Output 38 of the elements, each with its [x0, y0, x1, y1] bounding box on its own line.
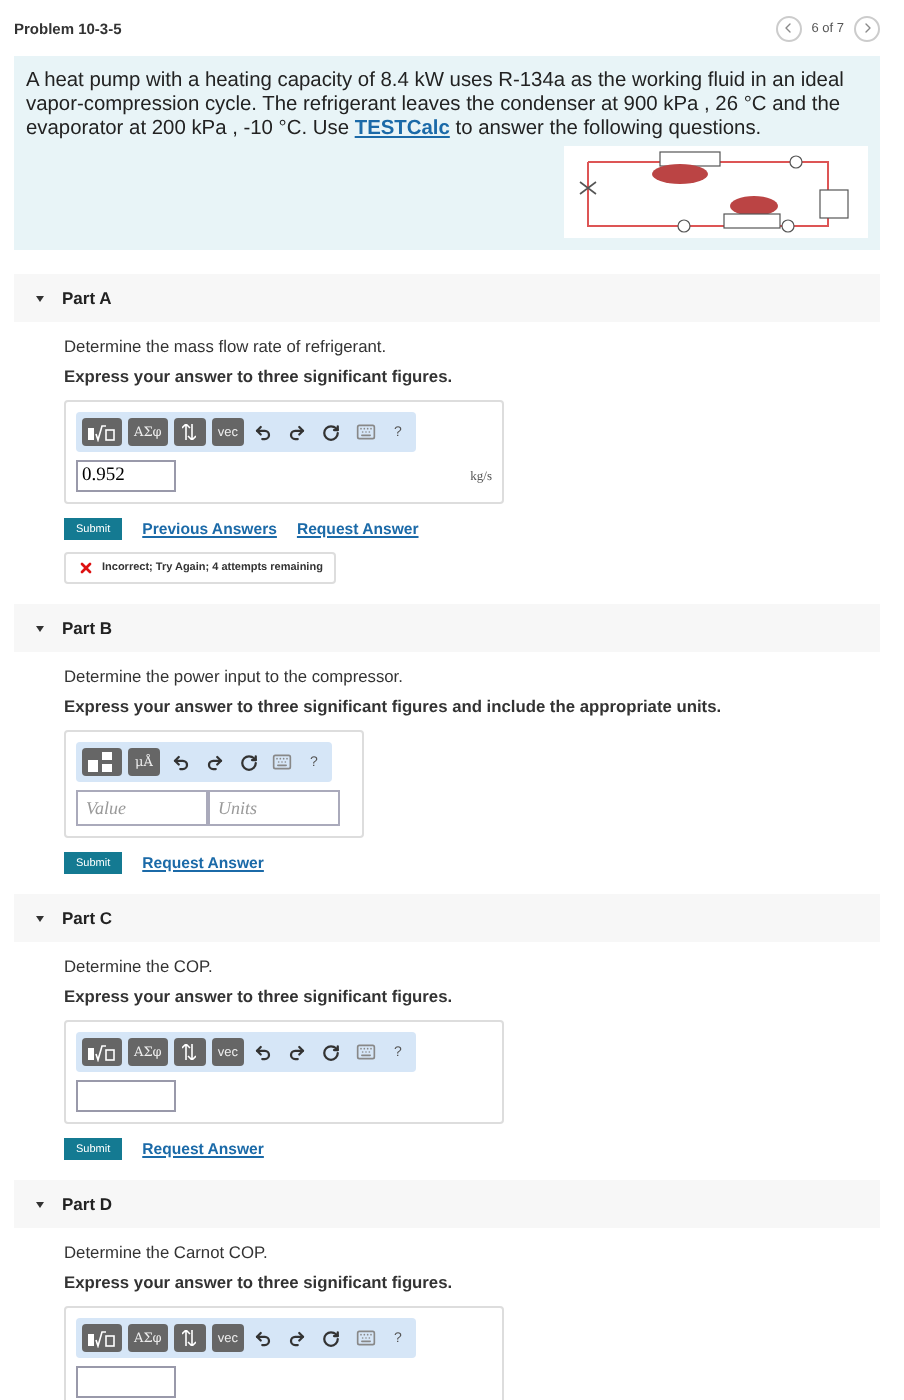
units-field[interactable]: Units	[208, 790, 340, 826]
problem-text: A heat pump with a heating capacity of 8.4 kW uses R-134a as the working fluid in an ideal vapor-compression cycle. The refrigerant leaves the condenser at 900 kPa , 26 °C and the evaporator at 200 kPa , -10 °C. Use TESTCalc to answer the following questions.	[26, 70, 846, 142]
value-field[interactable]: Value	[76, 790, 208, 826]
sort-arrows-icon	[182, 1330, 197, 1346]
instruction-text: Express your answer to three significant figures and include the appropriate units.	[64, 694, 722, 718]
templates-button[interactable]	[82, 748, 122, 776]
templates-button[interactable]	[82, 418, 122, 446]
part-header[interactable]: Part C	[14, 894, 880, 942]
caret-icon	[34, 912, 46, 924]
part-title: Part D	[62, 1194, 113, 1214]
sort-button[interactable]	[173, 1324, 206, 1352]
answer-field[interactable]	[76, 1366, 176, 1398]
instruction-text: Express your answer to three significant figures.	[64, 1270, 453, 1294]
question-text: Determine the COP.	[64, 954, 213, 978]
part-header[interactable]: Part B	[14, 604, 880, 652]
sort-button[interactable]	[173, 1038, 206, 1066]
part-title: Part C	[62, 908, 113, 928]
caret-icon	[34, 1198, 46, 1210]
caret-icon	[34, 622, 46, 634]
part-header[interactable]: Part D	[14, 1180, 880, 1228]
part-title: Part A	[62, 288, 112, 308]
answer-field[interactable]: 0.952	[76, 460, 176, 492]
sort-button[interactable]	[173, 418, 206, 446]
templates-button[interactable]	[82, 1038, 122, 1066]
part-header[interactable]: Part A	[14, 274, 880, 322]
question-text: Determine the power input to the compressor.	[64, 664, 403, 688]
question-text: Determine the mass flow rate of refrigerant.	[64, 334, 387, 358]
instruction-text: Express your answer to three significant figures.	[64, 364, 453, 388]
answer-field[interactable]	[76, 1080, 176, 1112]
instruction-text: Express your answer to three significant figures.	[64, 984, 453, 1008]
sort-arrows-icon	[182, 424, 197, 440]
testcalc-link[interactable]: TESTCalc	[354, 118, 450, 140]
templates-button[interactable]	[82, 1324, 122, 1352]
question-text: Determine the Carnot COP.	[64, 1240, 268, 1264]
cross-icon	[78, 560, 94, 576]
caret-icon	[34, 292, 46, 304]
part-title: Part B	[62, 618, 113, 638]
sort-arrows-icon	[182, 1044, 197, 1060]
